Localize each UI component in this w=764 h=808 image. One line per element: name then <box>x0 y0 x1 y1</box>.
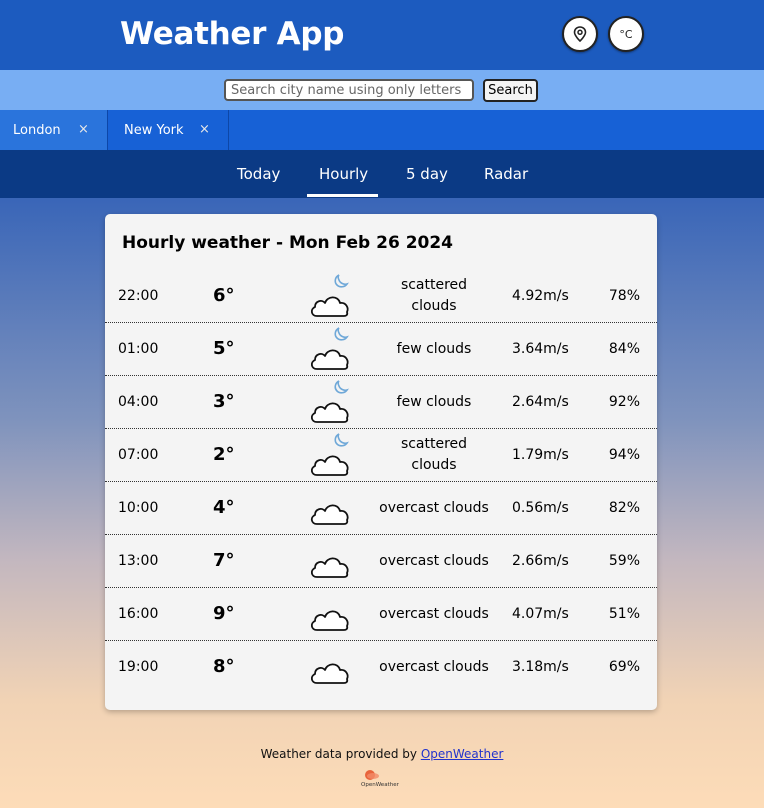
tab-5-day[interactable]: 5 day <box>406 165 448 183</box>
logo-text: OpenWeather <box>361 782 400 788</box>
temperature: 8° <box>213 656 235 677</box>
temperature: 4° <box>213 497 235 518</box>
app-title: Weather App <box>120 16 345 52</box>
weather-description: overcast clouds <box>379 499 489 516</box>
humidity: 78% <box>608 288 640 304</box>
map-pin-icon <box>573 26 587 42</box>
wind-speed: 2.64m/s <box>512 394 569 410</box>
cloud-icon <box>310 504 349 525</box>
openweather-logo: OpenWeather <box>361 770 400 788</box>
search-bar: Search <box>0 70 764 110</box>
cloud-moon-icon <box>310 327 349 370</box>
footer: Weather data provided by OpenWeather <box>0 747 764 761</box>
temperature: 2° <box>213 444 235 465</box>
cloud-icon <box>310 663 349 684</box>
city-tab-label: New York <box>124 123 184 138</box>
city-tab-new-york[interactable]: New York × <box>108 110 229 150</box>
close-icon[interactable]: × <box>199 122 210 137</box>
weather-description: overcast clouds <box>379 605 489 622</box>
location-button[interactable] <box>562 16 598 52</box>
tab-radar[interactable]: Radar <box>484 165 528 183</box>
wind-speed: 0.56m/s <box>512 500 569 516</box>
humidity: 59% <box>608 553 640 569</box>
hourly-row: 19:00 8° overcast clouds 3.18m/s 69% <box>105 641 657 694</box>
weather-description: overcast clouds <box>379 552 489 569</box>
wind-speed: 2.66m/s <box>512 553 569 569</box>
hour-time: 16:00 <box>118 606 159 622</box>
humidity: 84% <box>608 341 640 357</box>
hour-time: 13:00 <box>118 553 159 569</box>
wind-speed: 3.18m/s <box>512 659 569 675</box>
hour-time: 07:00 <box>118 447 159 463</box>
tab-today[interactable]: Today <box>237 165 280 183</box>
hourly-row: 01:00 5° few clouds 3.64m/s 84% <box>105 323 657 376</box>
tab-hourly[interactable]: Hourly <box>319 165 368 183</box>
hour-time: 01:00 <box>118 341 159 357</box>
search-input[interactable] <box>224 79 474 101</box>
temperature: 5° <box>213 338 235 359</box>
card-title: Hourly weather - Mon Feb 26 2024 <box>122 233 454 253</box>
cloud-moon-icon <box>310 433 349 476</box>
humidity: 92% <box>608 394 640 410</box>
hourly-list: 22:00 6° scattered clouds 4.92m/s 78% 01:00 5°… <box>105 270 657 694</box>
wind-speed: 4.92m/s <box>512 288 569 304</box>
wind-speed: 4.07m/s <box>512 606 569 622</box>
city-tab-label: London <box>13 123 61 138</box>
search-button[interactable]: Search <box>483 79 538 102</box>
humidity: 69% <box>608 659 640 675</box>
humidity: 82% <box>608 500 640 516</box>
openweather-link[interactable]: OpenWeather <box>421 747 504 761</box>
view-tabs: Today Hourly 5 day Radar <box>0 150 764 198</box>
app-header: Weather App °C <box>0 0 764 70</box>
hourly-weather-card: Hourly weather - Mon Feb 26 2024 22:00 6°… <box>105 214 657 710</box>
wind-speed: 1.79m/s <box>512 447 569 463</box>
hourly-row: 22:00 6° scattered clouds 4.92m/s 78% <box>105 270 657 323</box>
close-icon[interactable]: × <box>78 122 89 137</box>
wind-speed: 3.64m/s <box>512 341 569 357</box>
hourly-row: 07:00 2° scattered clouds 1.79m/s 94% <box>105 429 657 482</box>
hourly-row: 13:00 7° overcast clouds 2.66m/s 59% <box>105 535 657 588</box>
hourly-row: 16:00 9° overcast clouds 4.07m/s 51% <box>105 588 657 641</box>
hourly-row: 10:00 4° overcast clouds 0.56m/s 82% <box>105 482 657 535</box>
cloud-moon-icon <box>310 380 349 423</box>
footer-text: Weather data provided by <box>260 747 421 761</box>
cloud-icon <box>310 557 349 578</box>
temperature: 6° <box>213 285 235 306</box>
hour-time: 19:00 <box>118 659 159 675</box>
weather-description: overcast clouds <box>379 658 489 675</box>
hour-time: 10:00 <box>118 500 159 516</box>
active-tab-indicator <box>307 194 378 197</box>
temperature: 3° <box>213 391 235 412</box>
hourly-row: 04:00 3° few clouds 2.64m/s 92% <box>105 376 657 429</box>
city-tab-london[interactable]: London × <box>0 110 108 150</box>
temperature: 9° <box>213 603 235 624</box>
hour-time: 22:00 <box>118 288 159 304</box>
weather-description: scattered clouds <box>400 436 468 473</box>
cloud-icon <box>310 610 349 631</box>
weather-description: few clouds <box>396 393 472 410</box>
cloud-moon-icon <box>310 274 349 317</box>
humidity: 51% <box>608 606 640 622</box>
hour-time: 04:00 <box>118 394 159 410</box>
city-tabs: London × New York × <box>0 110 764 150</box>
humidity: 94% <box>608 447 640 463</box>
weather-description: few clouds <box>396 340 472 357</box>
unit-toggle-button[interactable]: °C <box>608 16 644 52</box>
temperature: 7° <box>213 550 235 571</box>
weather-description: scattered clouds <box>400 277 468 314</box>
